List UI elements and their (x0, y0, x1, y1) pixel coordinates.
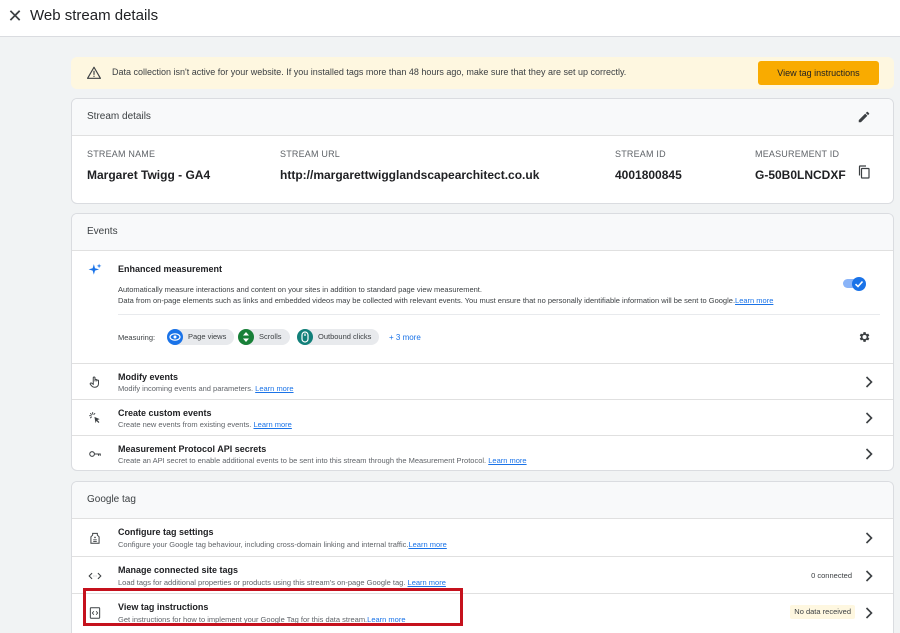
modify-events-desc-text: Modify incoming events and parameters. (118, 384, 254, 393)
enhanced-measurement-desc-1: Automatically measure interactions and c… (118, 285, 482, 294)
configure-tag-settings-row[interactable]: Configure tag settings Configure your Go… (72, 519, 893, 556)
measurement-protocol-learn-more[interactable]: Learn more (488, 456, 526, 465)
stream-id-field: STREAM ID 4001800845 (615, 149, 682, 182)
manage-connected-site-tags-row[interactable]: Manage connected site tags Load tags for… (72, 556, 893, 593)
stream-id-label: STREAM ID (615, 149, 666, 159)
events-header: Events (72, 214, 893, 251)
enhanced-measurement-toggle[interactable] (843, 276, 866, 291)
code-doc-icon (89, 607, 101, 619)
chip-outbound-clicks-label: Outbound clicks (318, 332, 372, 341)
measurement-protocol-desc: Create an API secret to enable additiona… (118, 456, 527, 465)
create-custom-events-row[interactable]: Create custom events Create new events f… (72, 399, 893, 435)
code-arrows-icon (88, 572, 102, 580)
google-tag-title: Google tag (87, 494, 136, 505)
view-tag-instructions-desc: Get instructions for how to implement yo… (118, 615, 406, 624)
measurement-protocol-row[interactable]: Measurement Protocol API secrets Create … (72, 435, 893, 470)
enhanced-measurement-desc-2: Data from on-page elements such as links… (118, 296, 773, 305)
stream-name-value: Margaret Twigg - GA4 (87, 168, 211, 182)
create-custom-events-learn-more[interactable]: Learn more (254, 420, 292, 429)
warning-icon (87, 66, 101, 79)
stream-details-header: Stream details (72, 99, 893, 136)
chip-scrolls[interactable]: Scrolls (238, 329, 290, 345)
manage-connected-site-tags-learn-more[interactable]: Learn more (408, 578, 446, 587)
key-icon (89, 451, 101, 457)
view-tag-instructions-row[interactable]: View tag instructions Get instructions f… (72, 593, 893, 633)
measuring-label: Measuring: (118, 333, 156, 342)
chevron-right-icon (865, 607, 873, 619)
eye-icon (167, 329, 183, 345)
chevron-right-icon (865, 532, 873, 544)
stream-url-label: STREAM URL (280, 149, 341, 159)
copy-icon[interactable] (858, 165, 870, 179)
toggle-knob (852, 276, 866, 291)
google-tag-card: Google tag Configure tag settings Config… (71, 481, 894, 633)
stream-url-field: STREAM URL http://margarettwigglandscape… (280, 149, 539, 182)
gear-icon[interactable] (857, 330, 871, 344)
create-custom-events-desc: Create new events from existing events. … (118, 420, 292, 429)
create-custom-events-title: Create custom events (118, 408, 212, 418)
stream-name-field: STREAM NAME Margaret Twigg - GA4 (87, 149, 210, 182)
enhanced-measurement-section: Enhanced measurement Automatically measu… (72, 251, 893, 363)
chevron-right-icon (865, 376, 873, 388)
stream-details-title: Stream details (87, 111, 151, 122)
edit-pencil-icon[interactable] (857, 110, 871, 124)
tag-icon (90, 532, 100, 544)
manage-connected-site-tags-title: Manage connected site tags (118, 565, 239, 575)
top-bar: ✕ Web stream details (0, 0, 900, 37)
enhanced-learn-more-link[interactable]: Learn more (735, 296, 773, 305)
chip-page-views-label: Page views (188, 332, 227, 341)
google-tag-header: Google tag (72, 482, 893, 519)
chevron-right-icon (865, 570, 873, 582)
modify-events-title: Modify events (118, 372, 179, 382)
measurement-id-label: MEASUREMENT ID (755, 149, 840, 159)
view-tag-instructions-desc-text: Get instructions for how to implement yo… (118, 615, 368, 624)
view-tag-instructions-button[interactable]: View tag instructions (758, 61, 879, 85)
connected-count: 0 connected (811, 571, 852, 580)
manage-connected-site-tags-desc: Load tags for additional properties or p… (118, 578, 446, 587)
banner-text: Data collection isn't active for your we… (112, 67, 627, 77)
modify-events-learn-more[interactable]: Learn more (255, 384, 293, 393)
stream-url-value: http://margarettwigglandscapearchitect.c… (280, 168, 540, 182)
mouse-icon (297, 329, 313, 345)
stream-id-value: 4001800845 (615, 168, 682, 182)
configure-tag-settings-learn-more[interactable]: Learn more (408, 540, 446, 549)
scroll-icon (238, 329, 254, 345)
chip-page-views[interactable]: Page views (167, 329, 235, 345)
check-icon (854, 280, 864, 288)
chevron-right-icon (865, 448, 873, 460)
enhanced-desc-2-text: Data from on-page elements such as links… (118, 296, 736, 305)
warning-banner: Data collection isn't active for your we… (71, 57, 894, 89)
view-tag-instructions-title: View tag instructions (118, 602, 209, 612)
enhanced-divider (118, 314, 880, 315)
click-sparkle-icon (89, 412, 100, 424)
events-card: Events Enhanced measurement Automaticall… (71, 213, 894, 471)
measurement-id-field: MEASUREMENT ID G-50B0LNCDXF (755, 149, 846, 182)
page-title: Web stream details (30, 7, 159, 24)
chevron-right-icon (865, 412, 873, 424)
events-title: Events (87, 226, 118, 237)
stream-name-label: STREAM NAME (87, 149, 156, 159)
stream-details-card: Stream details STREAM NAME Margaret Twig… (71, 98, 894, 204)
view-tag-instructions-learn-more[interactable]: Learn more (367, 615, 405, 624)
no-data-badge: No data received (790, 605, 855, 619)
more-measuring-link[interactable]: + 3 more (389, 333, 421, 342)
chip-scrolls-label: Scrolls (259, 332, 282, 341)
measurement-protocol-desc-text: Create an API secret to enable additiona… (118, 456, 487, 465)
modify-events-row[interactable]: Modify events Modify incoming events and… (72, 363, 893, 399)
chip-outbound-clicks[interactable]: Outbound clicks (297, 329, 380, 345)
modify-events-desc: Modify incoming events and parameters. L… (118, 384, 294, 393)
create-custom-events-desc-text: Create new events from existing events. (118, 420, 252, 429)
touch-icon (89, 376, 99, 388)
manage-connected-site-tags-desc-text: Load tags for additional properties or p… (118, 578, 406, 587)
configure-tag-settings-title: Configure tag settings (118, 527, 214, 537)
measurement-id-value: G-50B0LNCDXF (755, 168, 846, 182)
enhanced-measurement-title: Enhanced measurement (118, 264, 223, 274)
sparkle-icon (88, 263, 102, 275)
close-icon[interactable]: ✕ (7, 6, 23, 26)
measurement-protocol-title: Measurement Protocol API secrets (118, 444, 267, 454)
configure-tag-settings-desc: Configure your Google tag behaviour, inc… (118, 540, 447, 549)
configure-tag-settings-desc-text: Configure your Google tag behaviour, inc… (118, 540, 409, 549)
